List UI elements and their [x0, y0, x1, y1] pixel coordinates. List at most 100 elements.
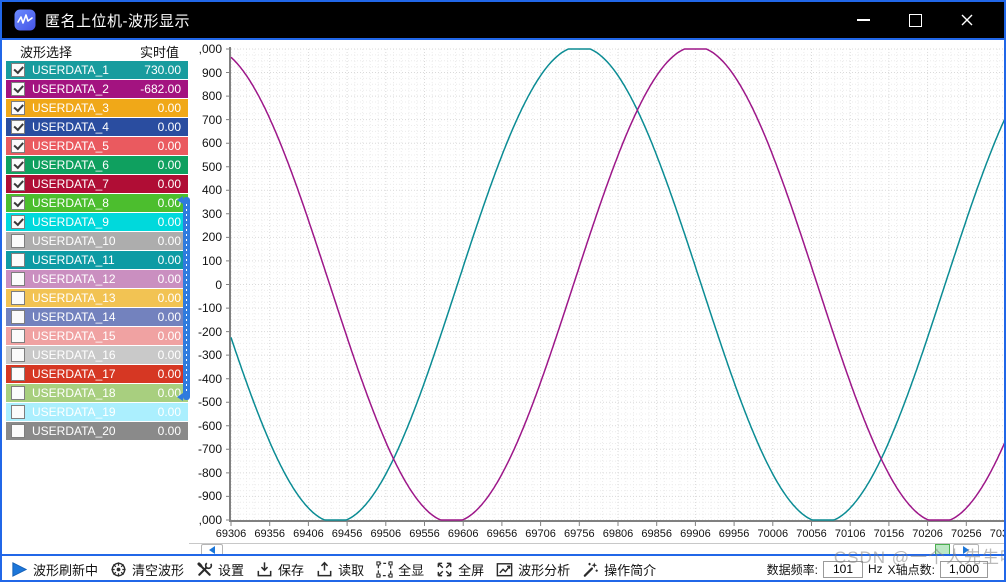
checkbox[interactable]	[11, 310, 25, 324]
sidebar-item-userdata_7[interactable]: USERDATA_7 0.00	[6, 175, 188, 193]
sidebar-item-userdata_11[interactable]: USERDATA_11 0.00	[6, 251, 188, 269]
close-button[interactable]	[952, 7, 982, 33]
checkbox[interactable]	[11, 101, 25, 115]
checkbox[interactable]	[11, 291, 25, 305]
checkbox[interactable]	[11, 234, 25, 248]
x-tick-label: 69456	[331, 528, 363, 540]
sidebar-item-userdata_17[interactable]: USERDATA_17 0.00	[6, 365, 188, 383]
toolbar-button-label: 设置	[218, 562, 245, 578]
channel-value: -682.00	[140, 82, 181, 96]
check-icon	[13, 101, 24, 112]
status-fields: 数据频率: Hz X轴点数:	[767, 560, 996, 578]
help-button[interactable]: 操作简介	[581, 560, 656, 579]
maximize-button[interactable]	[900, 7, 930, 33]
waveform-select-heading: 波形选择	[20, 44, 73, 60]
waveform-plot[interactable]	[226, 43, 1004, 527]
scroll-left-button[interactable]	[201, 544, 223, 554]
y-tick-label: -800	[197, 466, 222, 479]
toolbar-buttons: 波形刷新中 清空波形 设置 保存 读取 全显 全屏 波形分析 操作简介	[10, 560, 667, 579]
minimize-button[interactable]	[848, 7, 878, 33]
y-tick-label: 400	[201, 184, 222, 197]
y-tick-label: 800	[201, 90, 222, 103]
settings-button[interactable]: 设置	[195, 560, 244, 579]
sidebar-item-userdata_6[interactable]: USERDATA_6 0.00	[6, 156, 188, 174]
sidebar-scrollbar[interactable]	[177, 196, 190, 401]
horizontal-scroll-thumb[interactable]	[935, 544, 950, 554]
checkbox[interactable]	[11, 196, 25, 210]
y-tick-label: ,000	[198, 514, 222, 526]
channel-value: 0.00	[157, 120, 181, 134]
checkbox[interactable]	[11, 158, 25, 172]
analyze-button[interactable]: 波形分析	[495, 560, 570, 579]
toolbar-button-label: 操作简介	[604, 562, 657, 578]
checkbox[interactable]	[11, 424, 25, 438]
sidebar-item-userdata_8[interactable]: USERDATA_8 0.00	[6, 194, 188, 212]
checkbox[interactable]	[11, 120, 25, 134]
y-tick-label: 0	[215, 278, 222, 291]
sidebar-item-userdata_16[interactable]: USERDATA_16 0.00	[6, 346, 188, 364]
sidebar-item-userdata_19[interactable]: USERDATA_19 0.00	[6, 403, 188, 421]
checkbox[interactable]	[11, 82, 25, 96]
scrollbar-top-arrow-icon	[177, 196, 183, 204]
checkbox[interactable]	[11, 139, 25, 153]
checkbox[interactable]	[11, 215, 25, 229]
channel-name: USERDATA_12	[32, 272, 116, 286]
checkbox[interactable]	[11, 348, 25, 362]
clear-button[interactable]: 清空波形	[109, 560, 184, 579]
sidebar-item-userdata_18[interactable]: USERDATA_18 0.00	[6, 384, 188, 402]
fit-button[interactable]: 全显	[375, 560, 424, 579]
x-tick-label: 69706	[525, 528, 556, 540]
checkbox[interactable]	[11, 253, 25, 267]
x-tick-label: 69306	[215, 528, 247, 540]
scrollbar-grip-icon	[185, 204, 188, 393]
channel-name: USERDATA_5	[32, 139, 109, 153]
y-tick-label: 300	[201, 207, 222, 220]
sidebar-item-userdata_4[interactable]: USERDATA_4 0.00	[6, 118, 188, 136]
channel-name: USERDATA_4	[32, 120, 109, 134]
channel-name: USERDATA_13	[32, 291, 116, 305]
sidebar-item-userdata_10[interactable]: USERDATA_10 0.00	[6, 232, 188, 250]
checkbox[interactable]	[11, 367, 25, 381]
save-icon	[257, 561, 272, 576]
y-tick-label: 600	[201, 137, 222, 150]
channel-name: USERDATA_8	[32, 196, 109, 210]
sidebar-item-userdata_14[interactable]: USERDATA_14 0.00	[6, 308, 188, 326]
sidebar-item-userdata_3[interactable]: USERDATA_3 0.00	[6, 99, 188, 117]
sidebar-item-userdata_2[interactable]: USERDATA_2 -682.00	[6, 80, 188, 98]
main-area: 波形选择 实时值 USERDATA_1 730.00 USERDATA_2 -682.…	[2, 40, 1004, 554]
checkbox[interactable]	[11, 63, 25, 77]
check-icon	[13, 215, 24, 226]
x-tick-label: 70206	[912, 528, 943, 540]
checkbox[interactable]	[11, 405, 25, 419]
checkbox[interactable]	[11, 386, 25, 400]
x-tick-label: 69406	[293, 528, 324, 540]
scroll-right-button[interactable]	[953, 544, 979, 554]
x-tick-label: 70256	[951, 528, 982, 540]
load-button[interactable]: 读取	[315, 560, 364, 579]
channel-value: 0.00	[157, 101, 181, 115]
sidebar-item-userdata_9[interactable]: USERDATA_9 0.00	[6, 213, 188, 231]
x-tick-label: 70306	[989, 528, 1004, 540]
x-tick-label: 69856	[641, 528, 672, 540]
channel-name: USERDATA_18	[32, 386, 116, 400]
horizontal-scrollbar[interactable]	[189, 543, 1004, 554]
sidebar-item-userdata_12[interactable]: USERDATA_12 0.00	[6, 270, 188, 288]
save-button[interactable]: 保存	[255, 560, 304, 579]
y-tick-label: ,000	[198, 43, 222, 55]
checkbox[interactable]	[11, 329, 25, 343]
app-logo-icon	[14, 9, 36, 31]
y-tick-label: -200	[197, 325, 222, 338]
fullscreen-button[interactable]: 全屏	[435, 560, 484, 579]
sidebar-item-userdata_15[interactable]: USERDATA_15 0.00	[6, 327, 188, 345]
x-tick-label: 69656	[486, 528, 518, 540]
sidebar-item-userdata_20[interactable]: USERDATA_20 0.00	[6, 422, 188, 440]
sidebar-item-userdata_5[interactable]: USERDATA_5 0.00	[6, 137, 188, 155]
y-tick-label: -500	[197, 396, 222, 409]
sidebar-item-userdata_13[interactable]: USERDATA_13 0.00	[6, 289, 188, 307]
sidebar-item-userdata_1[interactable]: USERDATA_1 730.00	[6, 61, 188, 79]
checkbox[interactable]	[11, 177, 25, 191]
checkbox[interactable]	[11, 272, 25, 286]
x-points-input[interactable]	[940, 560, 988, 578]
refresh-button[interactable]: 波形刷新中	[10, 560, 98, 579]
data-rate-input[interactable]	[822, 560, 863, 578]
